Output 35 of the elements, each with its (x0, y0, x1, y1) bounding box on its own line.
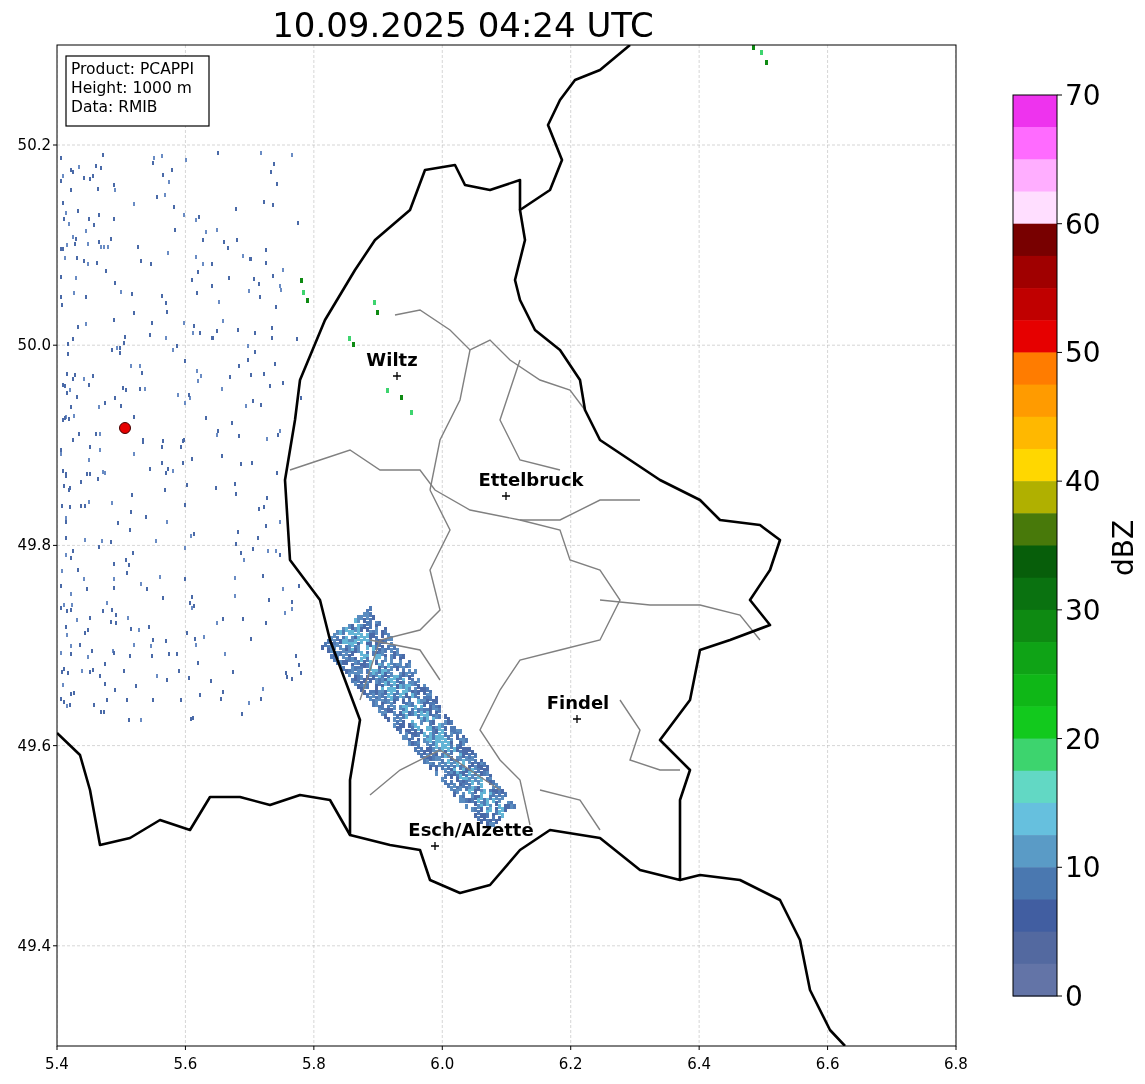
city-label: Wiltz (366, 349, 418, 370)
x-tick-label: 6.0 (430, 1055, 455, 1073)
colorbar-tick-label: 0 (1065, 980, 1083, 1013)
city-label: Esch/Alzette (408, 819, 534, 840)
chart-title: 10.09.2025 04:24 UTC (272, 5, 654, 45)
city-marker-icon (501, 491, 511, 501)
x-tick-label: 6.8 (944, 1055, 968, 1073)
y-tick-label: 49.4 (17, 936, 51, 955)
colorbar-tick-label: 40 (1065, 465, 1101, 499)
y-tick-label: 49.8 (17, 536, 51, 555)
city-marker-icon (392, 371, 402, 381)
x-tick-label: 5.4 (45, 1055, 69, 1073)
x-tick-label: 6.2 (558, 1055, 583, 1073)
city-label: Findel (546, 692, 610, 713)
city-marker-icon (572, 714, 582, 724)
x-tick-label: 5.6 (173, 1055, 198, 1073)
colorbar-tick-label: 30 (1065, 593, 1101, 627)
info-text: Data: RMIB (71, 98, 158, 116)
colorbar-tick-label: 20 (1065, 722, 1101, 756)
radar-site-marker (119, 422, 131, 434)
x-tick-label: 6.4 (687, 1055, 712, 1073)
colorbar-tick-label: 50 (1065, 336, 1101, 370)
city-marker-icon (430, 841, 440, 851)
colorbar-tick-label: 60 (1065, 207, 1101, 241)
city-label: Ettelbruck (478, 469, 584, 490)
info-text: Product: PCAPPI (71, 60, 195, 78)
y-tick-label: 49.6 (17, 736, 51, 755)
y-tick-label: 50.2 (17, 136, 51, 154)
x-tick-label: 6.6 (815, 1055, 840, 1073)
colorbar-tick-label: 70 (1065, 79, 1101, 112)
colorbar-tick-label: 10 (1065, 851, 1101, 885)
info-text: Height: 1000 m (71, 79, 192, 97)
y-tick-label: 50.0 (17, 336, 51, 355)
x-tick-label: 5.8 (301, 1055, 326, 1073)
colorbar-label: dBZ (1107, 519, 1140, 577)
